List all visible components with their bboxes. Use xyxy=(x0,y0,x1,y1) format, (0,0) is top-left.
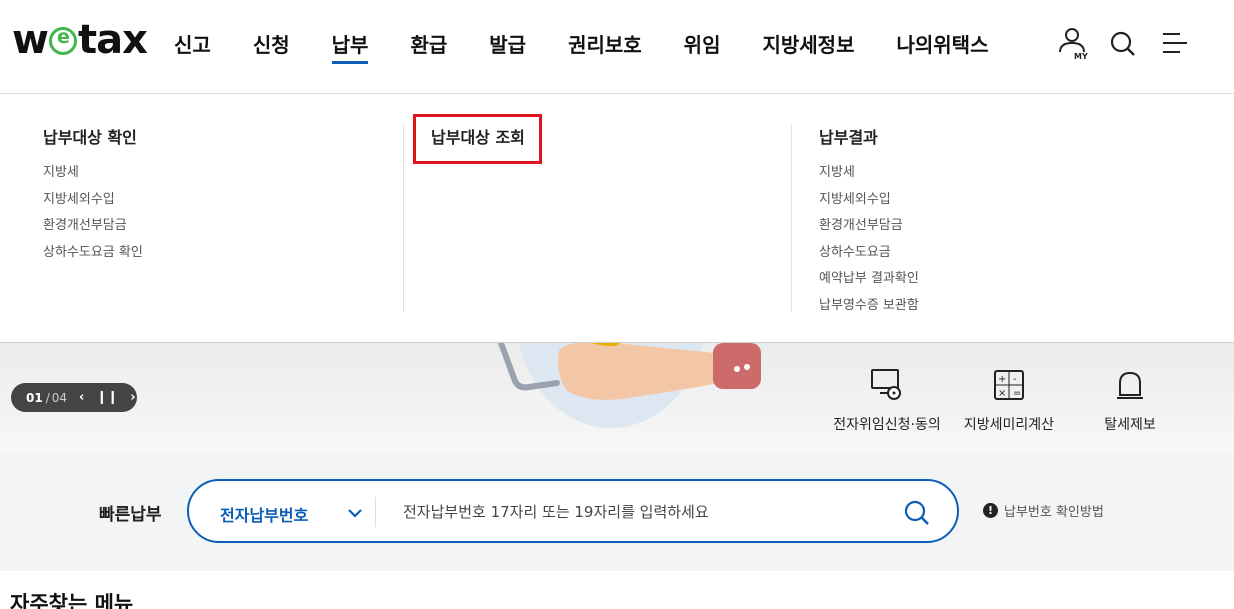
nav-item-apply[interactable]: 신청 xyxy=(253,0,290,86)
logo-text-tax: tax xyxy=(77,17,148,63)
nav-item-rights[interactable]: 권리보호 xyxy=(568,0,642,86)
nav-item-my-wetax[interactable]: 나의위택스 xyxy=(896,0,988,86)
slide-total: 04 xyxy=(51,390,68,405)
nav-item-refund[interactable]: 환급 xyxy=(410,0,447,86)
hero-banner: 01 / 04 ‹ ❙❙ › 전자위임신청·동의 + - × = 지방세미리계산… xyxy=(0,343,1234,453)
column-divider xyxy=(791,124,792,312)
submenu-link[interactable]: 지방세 xyxy=(819,160,919,187)
submenu-link[interactable]: 환경개선부담금 xyxy=(819,213,919,240)
logo-text-w: w xyxy=(12,17,49,63)
slide-prev-icon[interactable]: ‹ xyxy=(79,390,84,405)
submenu-link[interactable]: 환경개선부담금 xyxy=(43,213,143,240)
site-header: w e tax 신고 신청 납부 환급 발급 권리보호 위임 지방세정보 나의위… xyxy=(0,0,1234,94)
svg-text:=: = xyxy=(1013,388,1021,399)
nav-item-report[interactable]: 신고 xyxy=(174,0,211,86)
quick-payment-box: 전자납부번호 xyxy=(187,479,959,543)
payment-number-help-link[interactable]: ! 납부번호 확인방법 xyxy=(983,501,1104,520)
hamburger-menu-icon[interactable] xyxy=(1160,26,1190,62)
logo-e-circle: e xyxy=(48,26,77,55)
quick-link-label: 전자위임신청·동의 xyxy=(833,417,941,433)
submenu-link[interactable]: 지방세외수입 xyxy=(43,187,143,214)
nav-item-payment[interactable]: 납부 xyxy=(331,0,368,86)
wetax-logo[interactable]: w e tax xyxy=(12,17,148,63)
logo-text-e: e xyxy=(57,26,70,48)
slide-separator: / xyxy=(45,390,50,405)
slide-current: 01 xyxy=(26,390,43,405)
submenu-link[interactable]: 예약납부 결과확인 xyxy=(819,266,919,293)
monitor-lock-icon xyxy=(831,363,943,401)
submenu-col-payment-target-check: 납부대상 확인 지방세 지방세외수입 환경개선부담금 상하수도요금 확인 xyxy=(43,124,143,266)
my-label: MY xyxy=(1074,52,1088,61)
payment-type-select[interactable]: 전자납부번호 xyxy=(220,502,308,526)
slider-controls: 01 / 04 ‹ ❙❙ › xyxy=(11,383,137,412)
info-icon: ! xyxy=(983,503,998,518)
svg-text:-: - xyxy=(1013,374,1017,385)
select-divider xyxy=(375,497,376,527)
submenu-link[interactable]: 상하수도요금 확인 xyxy=(43,240,143,267)
user-my-icon[interactable]: MY xyxy=(1056,26,1090,62)
quick-payment-label: 빠른납부 xyxy=(99,505,162,525)
column-divider xyxy=(403,124,404,312)
highlight-annotation-box xyxy=(413,114,542,164)
chevron-down-icon[interactable] xyxy=(347,505,363,524)
alarm-bell-icon xyxy=(1092,363,1168,401)
nav-item-delegation[interactable]: 위임 xyxy=(684,0,721,86)
nav-item-local-tax-info[interactable]: 지방세정보 xyxy=(762,0,854,86)
help-link-label: 납부번호 확인방법 xyxy=(1004,505,1104,520)
submenu-title[interactable]: 납부대상 확인 xyxy=(43,124,143,148)
quick-link-e-delegation[interactable]: 전자위임신청·동의 xyxy=(831,363,943,434)
svg-text:×: × xyxy=(998,388,1006,399)
submenu-link[interactable]: 납부영수증 보관함 xyxy=(819,293,919,320)
quick-link-label: 지방세미리계산 xyxy=(963,417,1055,433)
calculator-icon: + - × = xyxy=(960,363,1058,401)
nav-item-issue[interactable]: 발급 xyxy=(489,0,526,86)
quick-link-tax-calculator[interactable]: + - × = 지방세미리계산 xyxy=(960,363,1058,434)
search-icon[interactable] xyxy=(903,499,931,531)
submenu-link[interactable]: 지방세외수입 xyxy=(819,187,919,214)
search-icon[interactable] xyxy=(1108,26,1138,62)
hero-hand-illustration xyxy=(498,343,761,400)
submenu-link[interactable]: 상하수도요금 xyxy=(819,240,919,267)
payment-submenu: 납부대상 확인 지방세 지방세외수입 환경개선부담금 상하수도요금 확인 납부대… xyxy=(0,94,1234,343)
submenu-title[interactable]: 납부결과 xyxy=(819,124,919,148)
quick-link-tax-evasion-report[interactable]: 탈세제보 xyxy=(1092,363,1168,434)
payment-number-input[interactable] xyxy=(403,500,883,524)
svg-text:+: + xyxy=(998,374,1006,385)
slide-pause-icon[interactable]: ❙❙ xyxy=(96,390,118,405)
submenu-link[interactable]: 지방세 xyxy=(43,160,143,187)
slide-next-icon[interactable]: › xyxy=(130,390,135,405)
quick-link-label: 탈세제보 xyxy=(1104,417,1156,433)
quick-payment-section: 빠른납부 전자납부번호 ! 납부번호 확인방법 xyxy=(0,453,1234,571)
section-title-frequent-menu: 자주찾는 메뉴 xyxy=(10,592,134,609)
submenu-col-payment-result: 납부결과 지방세 지방세외수입 환경개선부담금 상하수도요금 예약납부 결과확인… xyxy=(819,124,919,319)
main-nav: 신고 신청 납부 환급 발급 권리보호 위임 지방세정보 나의위택스 xyxy=(174,0,1030,94)
